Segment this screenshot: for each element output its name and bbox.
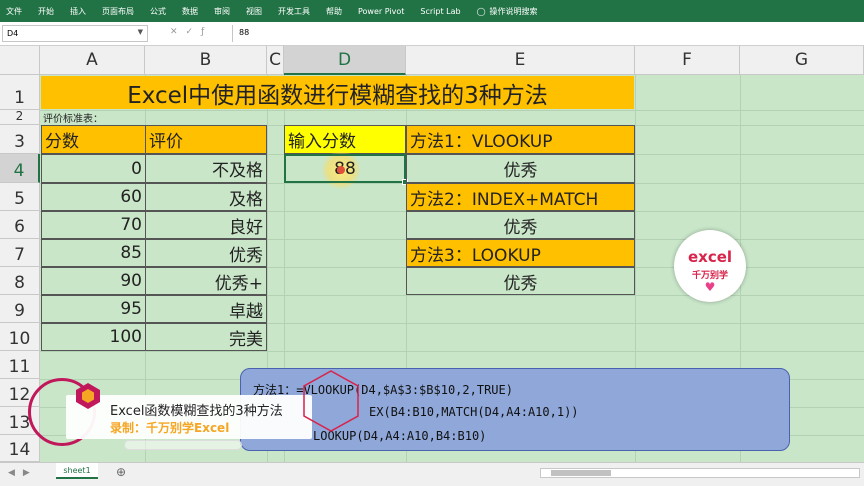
tab-review[interactable]: 审阅	[214, 6, 230, 17]
method-3-result[interactable]: 优秀	[406, 267, 635, 295]
name-box[interactable]: D4 ▼	[2, 25, 148, 42]
lightbulb-icon: ◯	[476, 6, 486, 16]
row-header-9[interactable]: 9	[0, 295, 40, 323]
row-header-4[interactable]: 4	[0, 154, 40, 183]
column-header-c[interactable]: C	[267, 46, 284, 75]
formula-icons: ✕✓ƒ	[170, 27, 212, 37]
tab-view[interactable]: 视图	[246, 6, 262, 17]
method-3-label[interactable]: 方法3：LOOKUP	[406, 239, 635, 267]
table-cell-rating[interactable]: 及格	[145, 183, 267, 211]
row-header-3[interactable]: 3	[0, 125, 40, 154]
excel-logo-badge: excel 千万别学 ♥	[674, 230, 746, 302]
column-header-e[interactable]: E	[406, 46, 635, 75]
caption-pill	[124, 440, 242, 450]
tab-script-lab[interactable]: Script Lab	[420, 7, 460, 16]
criteria-label[interactable]: 评价标准表：	[43, 110, 103, 125]
tab-help[interactable]: 帮助	[326, 6, 342, 17]
ribbon-tabs: 文件 开始 插入 页面布局 公式 数据 审阅 视图 开发工具 帮助 Power …	[0, 0, 864, 22]
table-cell-score[interactable]: 100	[41, 323, 146, 351]
tell-me-label: 操作说明搜索	[489, 6, 538, 16]
active-cell-border	[284, 154, 408, 185]
input-score-label[interactable]: 输入分数	[284, 125, 406, 154]
method-2-label[interactable]: 方法2：INDEX+MATCH	[406, 183, 635, 211]
method-1-result[interactable]: 优秀	[406, 154, 635, 183]
heart-icon: ♥	[704, 280, 716, 294]
tab-developer[interactable]: 开发工具	[278, 6, 310, 17]
row-header-6[interactable]: 6	[0, 211, 40, 239]
hexagon-logo-icon	[76, 383, 100, 409]
caption-title: Excel函数模糊查找的3种方法	[110, 404, 283, 419]
table-cell-rating[interactable]: 优秀+	[145, 267, 267, 295]
row-header-8[interactable]: 8	[0, 267, 40, 295]
tab-page-layout[interactable]: 页面布局	[102, 6, 134, 17]
row-header-5[interactable]: 5	[0, 183, 40, 211]
chevron-left-icon[interactable]: ◀	[8, 468, 23, 478]
table-cell-score[interactable]: 85	[41, 239, 146, 267]
column-header-a[interactable]: A	[40, 46, 145, 75]
table-cell-rating[interactable]: 不及格	[145, 154, 267, 183]
table-cell-score[interactable]: 95	[41, 295, 146, 323]
chevron-down-icon[interactable]: ▼	[138, 28, 143, 36]
function-icon[interactable]: ƒ	[201, 27, 212, 37]
confirm-icon[interactable]: ✓	[186, 27, 202, 37]
table-header-score[interactable]: 分数	[41, 125, 146, 154]
row-header-14[interactable]: 14	[0, 435, 40, 462]
hexagon-outline-icon	[303, 370, 359, 432]
table-cell-score[interactable]: 0	[41, 154, 146, 183]
column-header-g[interactable]: G	[740, 46, 864, 75]
tell-me-search[interactable]: ◯ 操作说明搜索	[477, 6, 538, 17]
chevron-right-icon[interactable]: ▶	[23, 468, 38, 478]
sheet-nav-arrows[interactable]: ◀▶	[8, 468, 38, 478]
sheet-title[interactable]: Excel中使用函数进行模糊查找的3种方法	[41, 76, 634, 109]
table-cell-rating[interactable]: 卓越	[145, 295, 267, 323]
name-box-value: D4	[7, 29, 19, 38]
add-sheet-icon[interactable]: ⊕	[116, 465, 126, 479]
column-header-f[interactable]: F	[635, 46, 740, 75]
tab-file[interactable]: 文件	[6, 6, 22, 17]
cancel-icon[interactable]: ✕	[170, 27, 186, 37]
tab-power-pivot[interactable]: Power Pivot	[358, 7, 404, 16]
sheet-tabs-bar: ◀▶ sheet1 ⊕	[0, 462, 864, 486]
table-header-rating[interactable]: 评价	[145, 125, 267, 154]
formula-input[interactable]: 88	[232, 25, 862, 42]
video-caption-overlay: Excel函数模糊查找的3种方法 录制：千万别学Excel	[66, 395, 312, 439]
table-cell-rating[interactable]: 优秀	[145, 239, 267, 267]
method-2-result[interactable]: 优秀	[406, 211, 635, 239]
table-cell-score[interactable]: 90	[41, 267, 146, 295]
tab-home[interactable]: 开始	[38, 6, 54, 17]
table-cell-rating[interactable]: 良好	[145, 211, 267, 239]
method-1-label[interactable]: 方法1：VLOOKUP	[406, 125, 635, 154]
scrollbar-thumb[interactable]	[551, 470, 611, 476]
gridline	[40, 110, 864, 111]
column-header-b[interactable]: B	[145, 46, 267, 75]
gridline	[40, 351, 864, 352]
badge-title: excel	[687, 248, 733, 266]
select-all-corner[interactable]	[0, 46, 40, 75]
tab-data[interactable]: 数据	[182, 6, 198, 17]
row-header-2[interactable]: 2	[0, 109, 40, 125]
formula-line-2: EX(B4:B10,MATCH(D4,A4:A10,1))	[369, 405, 579, 419]
tab-formulas[interactable]: 公式	[150, 6, 166, 17]
table-cell-score[interactable]: 60	[41, 183, 146, 211]
row-header-1[interactable]: 1	[0, 75, 40, 110]
table-cell-rating[interactable]: 完美	[145, 323, 267, 351]
horizontal-scrollbar[interactable]	[540, 468, 860, 478]
sheet-tab[interactable]: sheet1	[56, 463, 98, 479]
table-cell-score[interactable]: 70	[41, 211, 146, 239]
row-header-10[interactable]: 10	[0, 323, 40, 351]
caption-subtitle: 录制：千万别学Excel	[110, 421, 230, 435]
row-header-7[interactable]: 7	[0, 239, 40, 267]
column-header-d[interactable]: D	[284, 46, 406, 75]
formula-bar: D4 ▼ ✕✓ƒ 88	[0, 22, 864, 46]
row-header-11[interactable]: 11	[0, 351, 40, 379]
tab-insert[interactable]: 插入	[70, 6, 86, 17]
